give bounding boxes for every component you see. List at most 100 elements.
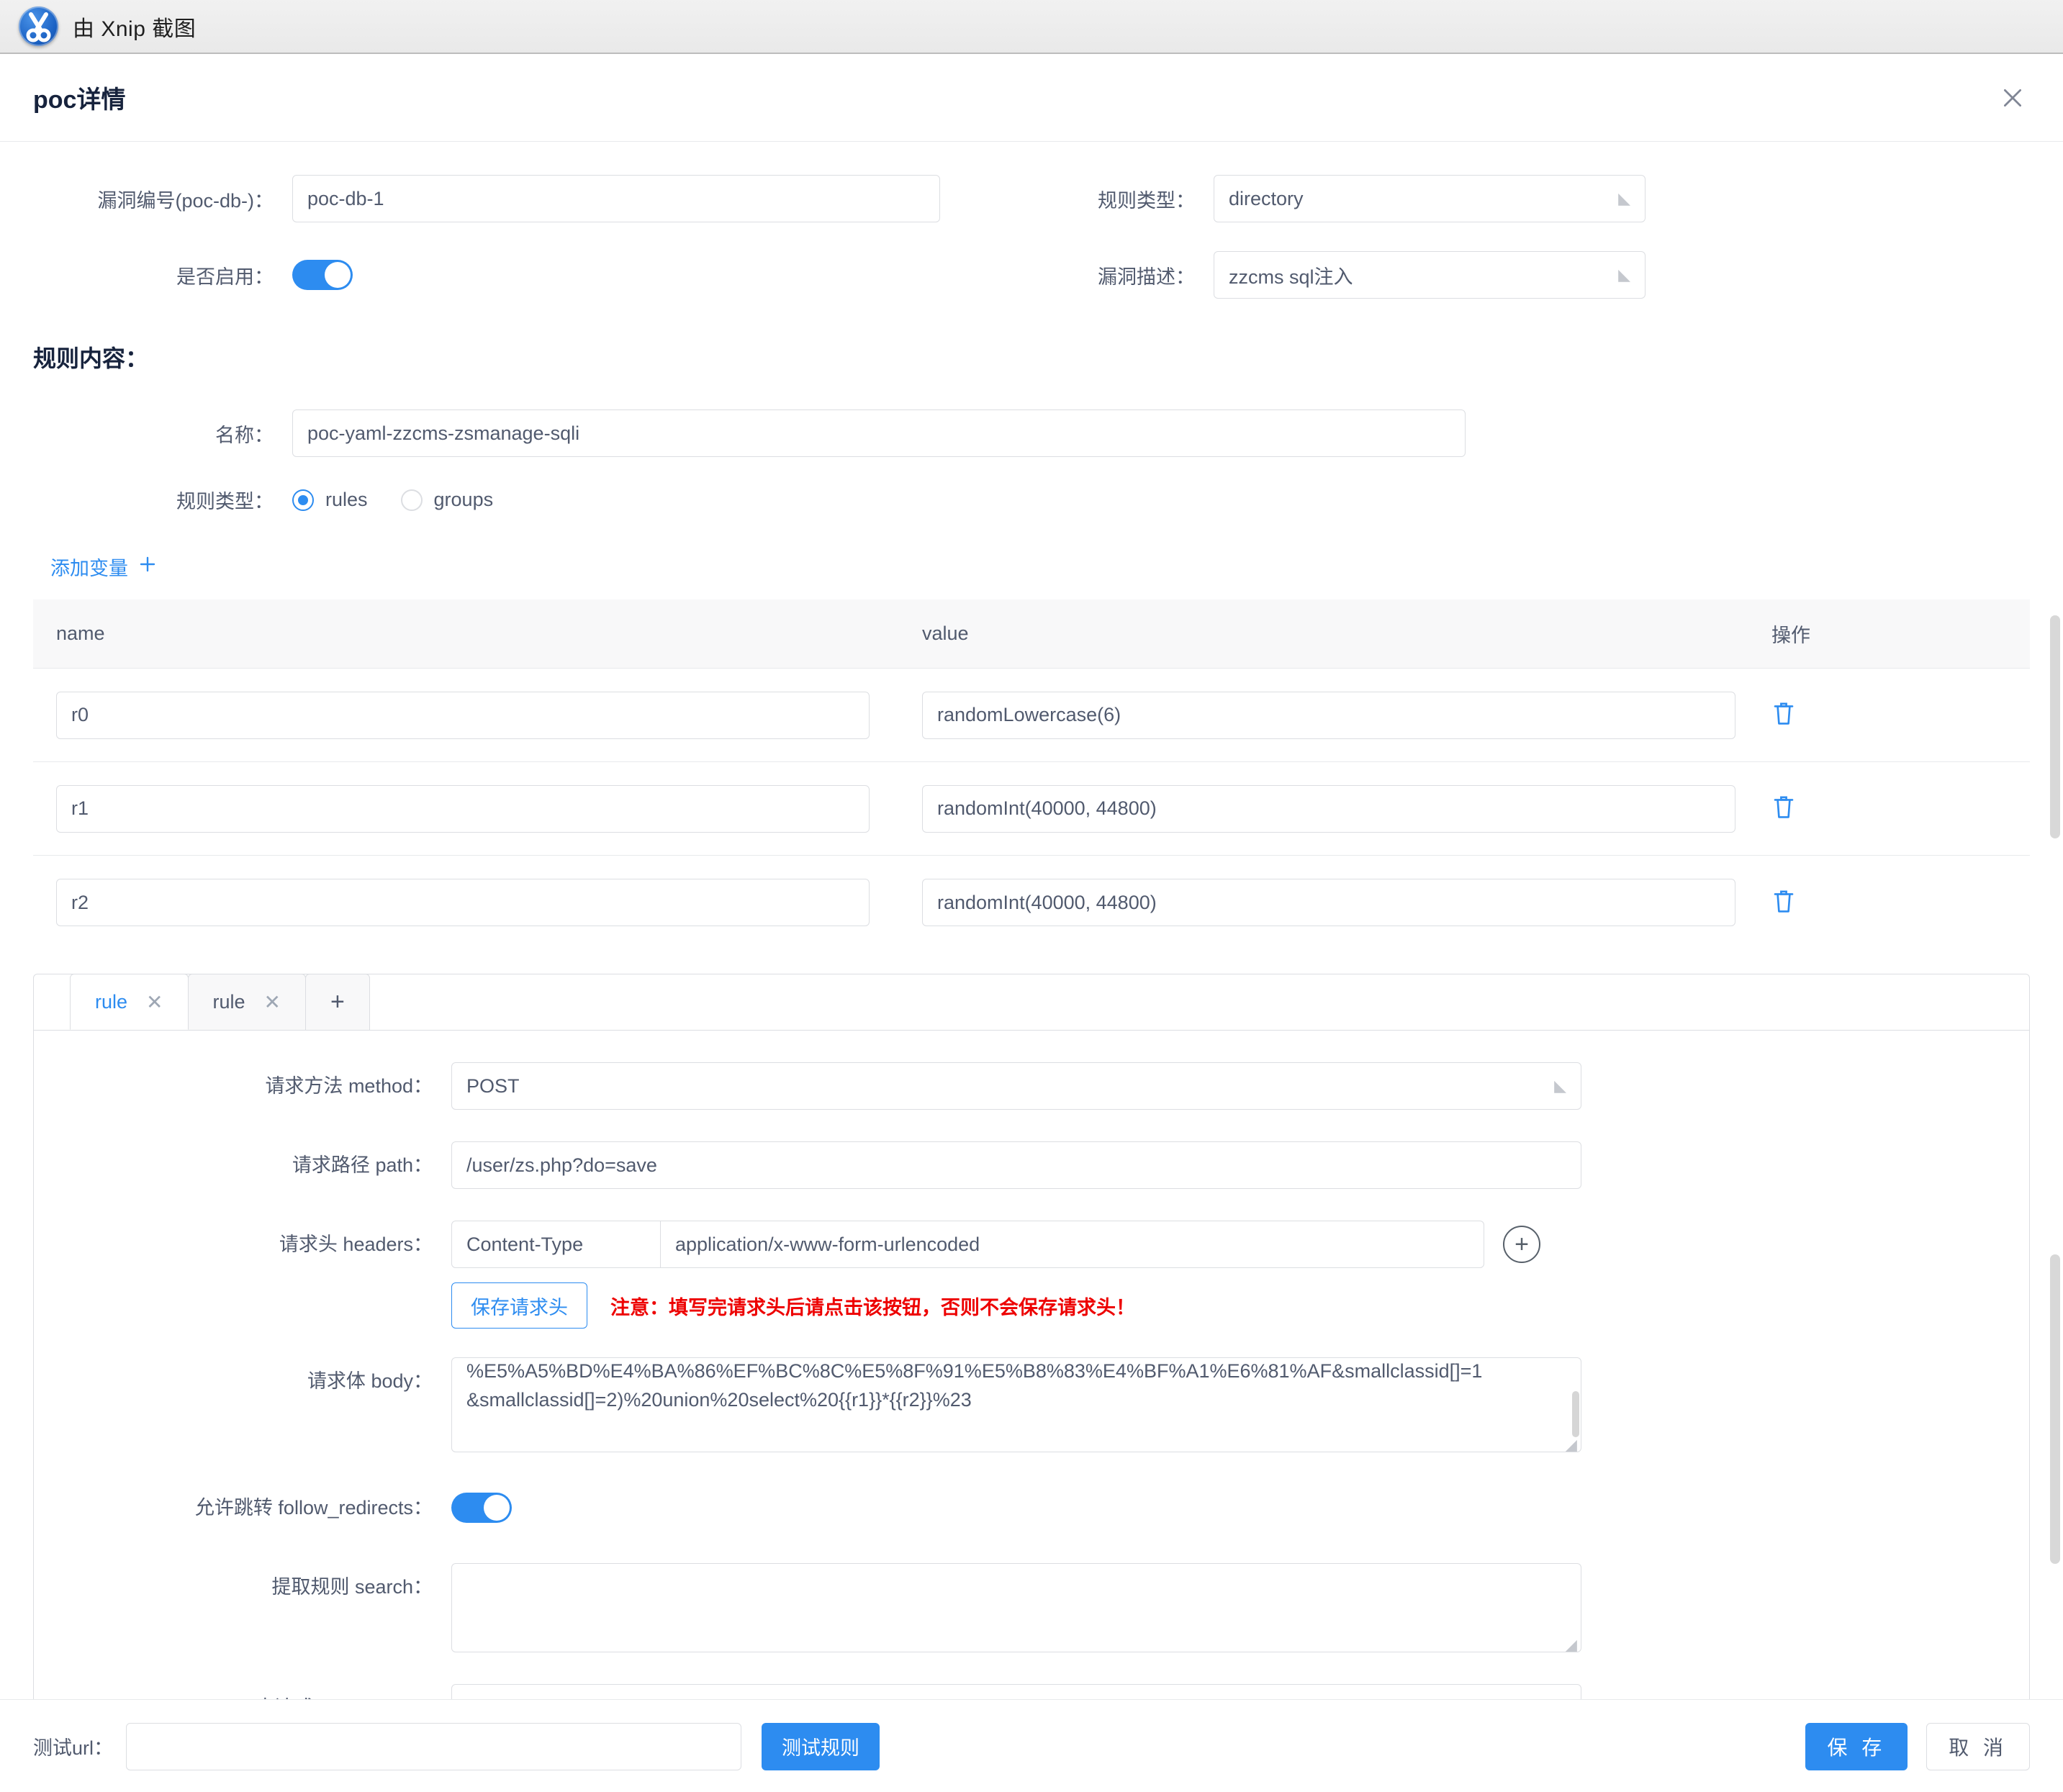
add-tab-button[interactable]: + [305, 974, 370, 1030]
header-entry-line: Content-Type application/x-www-form-urle… [451, 1221, 2029, 1268]
save-button[interactable]: 保 存 [1805, 1723, 1908, 1770]
rule-type-select[interactable]: directory ◣ [1214, 175, 1646, 222]
resize-grip-icon[interactable]: ◢ [1565, 1637, 1578, 1650]
footer-actions: 保 存 取 消 [1805, 1723, 2030, 1770]
body-scrollbar[interactable] [1572, 1391, 1579, 1437]
headers-row: 请求头 headers： Content-Type application/x-… [34, 1221, 2029, 1329]
close-icon[interactable]: ✕ [146, 990, 163, 1014]
save-headers-button[interactable]: 保存请求头 [451, 1282, 587, 1329]
rule-tab-bar: rule ✕ rule ✕ + [34, 974, 2029, 1031]
resize-grip-icon[interactable]: ◢ [1565, 1437, 1578, 1450]
enabled-label: 是否启用： [33, 261, 292, 289]
cell-value: randomLowercase(6) [922, 692, 1771, 739]
close-icon[interactable]: ✕ [264, 990, 281, 1014]
enabled-switch-cell [292, 260, 954, 290]
body-textarea[interactable]: ... %E5%A5%BD%E4%BA%86%EF%BC%8C%E5%8F%91… [451, 1357, 1581, 1452]
variable-value-input[interactable]: randomLowercase(6) [922, 692, 1735, 739]
follow-redirects-row: 允许跳转 follow_redirects： [34, 1484, 2029, 1531]
test-rule-button[interactable]: 测试规则 [762, 1723, 880, 1770]
tab-rule-1[interactable]: rule ✕ [70, 974, 189, 1030]
variable-value-input[interactable]: randomInt(40000, 44800) [922, 879, 1735, 926]
cancel-button[interactable]: 取 消 [1926, 1723, 2030, 1770]
cell-actions [1771, 700, 2030, 730]
table-row: r2 randomInt(40000, 44800) [33, 856, 2030, 949]
tab-rule-1-label: rule [95, 991, 127, 1013]
xnip-watermark-bar: 由 Xnip 截图 [0, 0, 2063, 54]
column-header-actions: 操作 [1771, 620, 2030, 648]
dialog-body: 漏洞编号(poc-db-)： poc-db-1 规则类型： directory … [0, 142, 2063, 1699]
path-row: 请求路径 path： /user/zs.php?do=save [34, 1141, 2029, 1189]
search-textarea[interactable]: ◢ [451, 1563, 1581, 1652]
chevron-down-icon: ◣ [1618, 267, 1630, 283]
follow-redirects-toggle[interactable] [451, 1493, 512, 1523]
circle-plus-icon[interactable]: + [1503, 1226, 1540, 1263]
rule-name-label: 名称： [33, 420, 292, 448]
top-form-row-2: 是否启用： 漏洞描述： zzcms sql注入 ◣ [33, 222, 2030, 299]
trash-icon[interactable] [1771, 888, 1796, 914]
vuln-desc-select[interactable]: zzcms sql注入 ◣ [1214, 251, 1646, 299]
path-label: 请求路径 path： [34, 1141, 451, 1189]
rule-content-section-title: 规则内容： [33, 340, 2030, 374]
method-field: POST ◣ [451, 1062, 2029, 1110]
cell-value: randomInt(40000, 44800) [922, 785, 1771, 833]
xnip-scissors-icon [19, 6, 58, 46]
trash-icon[interactable] [1771, 700, 1796, 726]
page-title: poc详情 [33, 80, 125, 115]
scrollbar-thumb-secondary[interactable] [2050, 1254, 2060, 1564]
rule-type-value: directory [1229, 188, 1304, 210]
headers-label: 请求头 headers： [34, 1221, 451, 1268]
rule-name-input[interactable]: poc-yaml-zzcms-zsmanage-sqli [292, 409, 1466, 457]
path-input[interactable]: /user/zs.php?do=save [451, 1141, 1581, 1189]
add-variable-button[interactable]: 添加变量 [50, 553, 157, 581]
variable-name-input[interactable]: r2 [56, 879, 870, 926]
variable-name-input[interactable]: r0 [56, 692, 870, 739]
radio-rules[interactable]: rules [292, 489, 368, 511]
test-url-input[interactable] [126, 1723, 741, 1770]
dialog-header: poc详情 [0, 54, 2063, 142]
follow-redirects-label: 允许跳转 follow_redirects： [34, 1484, 451, 1531]
expression-textarea[interactable]: response.status == 200 ◢ [451, 1684, 1581, 1699]
tab-rule-2-label: rule [213, 991, 245, 1013]
radio-groups-label: groups [434, 489, 494, 511]
poc-id-label: 漏洞编号(poc-db-)： [33, 185, 292, 213]
cell-value: randomInt(40000, 44800) [922, 879, 1771, 926]
test-url-label: 测试url： [33, 1732, 113, 1760]
variable-value-input[interactable]: randomInt(40000, 44800) [922, 785, 1735, 833]
radio-dot-icon [292, 489, 314, 511]
poc-id-input[interactable]: poc-db-1 [292, 175, 940, 222]
radio-rules-label: rules [325, 489, 368, 511]
follow-redirects-field [451, 1484, 2029, 1523]
radio-dot-icon [401, 489, 423, 511]
rule-kind-radio-group: rules groups [292, 489, 493, 511]
plus-icon [138, 555, 157, 579]
headers-warning-text: 注意：填写完请求头后请点击该按钮，否则不会保存请求头！ [610, 1292, 1135, 1320]
radio-groups[interactable]: groups [401, 489, 494, 511]
chevron-down-icon: ◣ [1554, 1078, 1566, 1094]
method-select[interactable]: POST ◣ [451, 1062, 1581, 1110]
cell-name: r1 [33, 785, 922, 833]
cell-actions [1771, 794, 2030, 823]
scrollbar-thumb[interactable] [2050, 615, 2060, 838]
cell-name: r2 [33, 879, 922, 926]
cell-name: r0 [33, 692, 922, 739]
body-row: 请求体 body： ... %E5%A5%BD%E4%BA%86%EF%BC%8… [34, 1357, 2029, 1452]
close-icon[interactable] [1994, 79, 2031, 117]
variables-table: name value 操作 r0 randomLowercase(6) [33, 599, 2030, 949]
cell-actions [1771, 888, 2030, 918]
tab-rule-2[interactable]: rule ✕ [188, 974, 307, 1030]
enabled-toggle[interactable] [292, 260, 353, 290]
xnip-watermark-label: 由 Xnip 截图 [73, 11, 196, 42]
variable-name-input[interactable]: r1 [56, 785, 870, 833]
save-headers-line: 保存请求头 注意：填写完请求头后请点击该按钮，否则不会保存请求头！ [451, 1282, 2029, 1329]
body-field: ... %E5%A5%BD%E4%BA%86%EF%BC%8C%E5%8F%91… [451, 1357, 2029, 1452]
headers-field: Content-Type application/x-www-form-urle… [451, 1221, 2029, 1329]
rule-tabs-card: rule ✕ rule ✕ + 请求方法 method： POST ◣ 请 [33, 974, 2030, 1699]
body-line-2: &smallclassid[]=2)%20union%20select%20{{… [466, 1385, 1566, 1414]
header-key-input[interactable]: Content-Type [452, 1221, 661, 1267]
trash-icon[interactable] [1771, 794, 1796, 820]
top-form-row-1: 漏洞编号(poc-db-)： poc-db-1 规则类型： directory … [33, 142, 2030, 222]
rule-type-label: 规则类型： [954, 185, 1214, 213]
header-value-input[interactable]: application/x-www-form-urlencoded [661, 1221, 1484, 1267]
body-line-1: %E5%A5%BD%E4%BA%86%EF%BC%8C%E5%8F%91%E5%… [466, 1357, 1566, 1385]
dialog-scrollbar[interactable] [2044, 142, 2063, 1698]
